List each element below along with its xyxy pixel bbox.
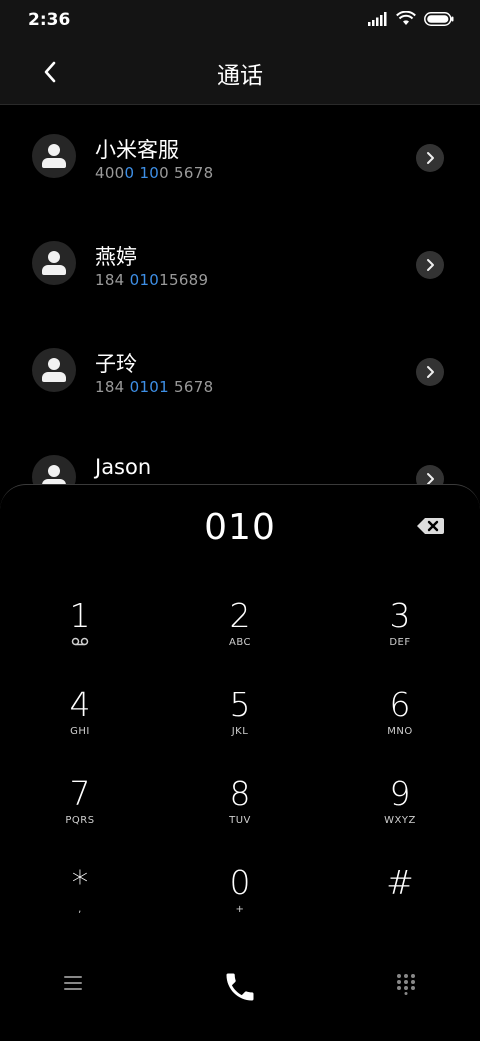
key-5[interactable]: 5 JKL bbox=[180, 686, 300, 766]
contact-name: 子玲 bbox=[95, 352, 137, 376]
chevron-right-icon bbox=[427, 152, 434, 164]
signal-icon bbox=[368, 11, 387, 26]
page-title: 通话 bbox=[217, 63, 263, 89]
status-icons bbox=[368, 11, 454, 26]
status-time: 2:36 bbox=[28, 10, 71, 30]
avatar bbox=[32, 134, 76, 178]
backspace-button[interactable] bbox=[416, 515, 446, 537]
phone-call-icon bbox=[226, 973, 254, 1001]
key-hash[interactable]: # bbox=[340, 864, 460, 944]
dialed-number: 010 bbox=[204, 507, 276, 548]
contact-number: 4000 100 5678 bbox=[95, 164, 214, 182]
status-bar: 2:36 bbox=[0, 0, 480, 40]
contact-row[interactable]: 小米客服 4000 100 5678 bbox=[0, 104, 480, 211]
key-1[interactable]: 1 bbox=[20, 597, 140, 677]
menu-button[interactable] bbox=[62, 973, 86, 993]
backspace-icon bbox=[417, 518, 444, 534]
menu-icon bbox=[64, 976, 82, 990]
dialpad-sheet: 010 1 2 ABC 3 DEF 4 GHI 5 JKL 6 MNO 7 PQ… bbox=[0, 484, 480, 1041]
contact-detail-button[interactable] bbox=[416, 251, 444, 279]
contact-number: 184 01015689 bbox=[95, 271, 209, 289]
battery-icon bbox=[424, 11, 454, 26]
contact-name: Jason bbox=[95, 455, 152, 479]
contact-name: 燕婷 bbox=[95, 245, 137, 269]
key-7[interactable]: 7 PQRS bbox=[20, 775, 140, 855]
key-3[interactable]: 3 DEF bbox=[340, 597, 460, 677]
dialpad-grid-icon bbox=[397, 974, 415, 995]
key-2[interactable]: 2 ABC bbox=[180, 597, 300, 677]
contact-detail-button[interactable] bbox=[416, 144, 444, 172]
key-4[interactable]: 4 GHI bbox=[20, 686, 140, 766]
contact-detail-button[interactable] bbox=[416, 358, 444, 386]
key-9[interactable]: 9 WXYZ bbox=[340, 775, 460, 855]
wifi-icon bbox=[396, 11, 416, 25]
key-6[interactable]: 6 MNO bbox=[340, 686, 460, 766]
call-button[interactable] bbox=[222, 969, 258, 1005]
chevron-right-icon bbox=[427, 259, 434, 271]
header: 通话 bbox=[0, 40, 480, 105]
chevron-right-icon bbox=[427, 366, 434, 378]
key-star[interactable]: * , bbox=[20, 864, 140, 944]
avatar bbox=[32, 348, 76, 392]
avatar bbox=[32, 241, 76, 285]
contact-row[interactable]: 子玲 184 0101 5678 bbox=[0, 318, 480, 425]
contact-number: 184 0101 5678 bbox=[95, 378, 214, 396]
contact-name: 小米客服 bbox=[95, 138, 179, 162]
contact-row[interactable]: 燕婷 184 01015689 bbox=[0, 211, 480, 318]
key-8[interactable]: 8 TUV bbox=[180, 775, 300, 855]
voicemail-icon bbox=[71, 637, 89, 646]
contact-list: 小米客服 4000 100 5678 燕婷 184 01015689 子玲 18… bbox=[0, 104, 480, 532]
key-0[interactable]: 0 + bbox=[180, 864, 300, 944]
dialpad-toggle-button[interactable] bbox=[396, 973, 416, 995]
